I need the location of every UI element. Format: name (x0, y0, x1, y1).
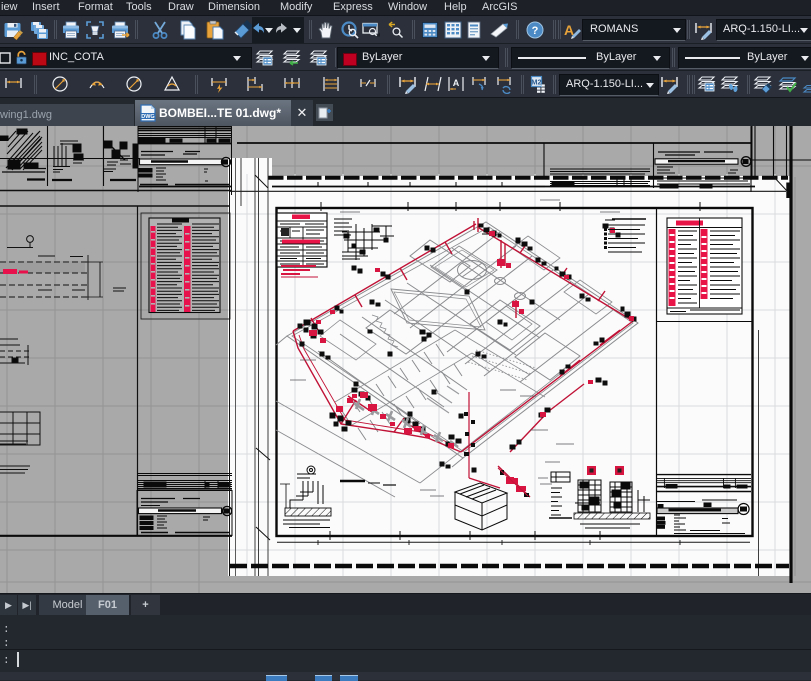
svg-text:DWG: DWG (141, 114, 154, 120)
